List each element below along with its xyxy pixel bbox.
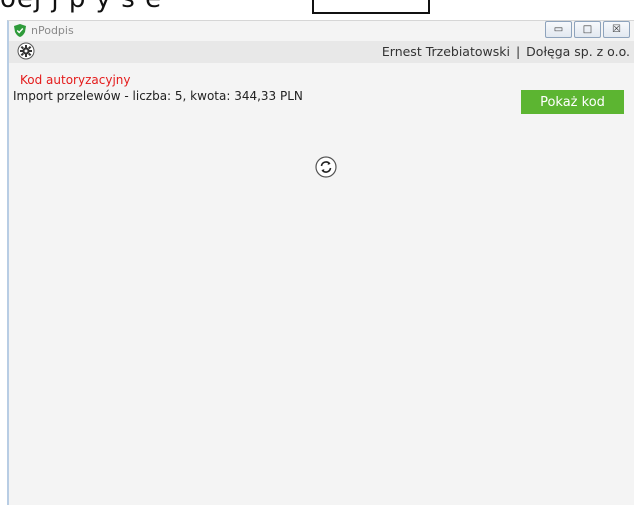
background-document-box [312, 0, 430, 14]
user-bar: Ernest Trzebiatowski | Dołęga sp. z o.o. [9, 41, 634, 63]
background-document-strip: oej j p y s e [0, 0, 634, 16]
close-button[interactable]: ☒ [603, 21, 630, 38]
auth-code-description: Import przelewów - liczba: 5, kwota: 344… [13, 89, 303, 103]
user-info: Ernest Trzebiatowski | Dołęga sp. z o.o. [382, 44, 630, 59]
window-controls: ▭ □ ☒ [545, 21, 630, 38]
refresh-icon[interactable] [315, 156, 337, 178]
app-shield-icon [14, 24, 26, 37]
window-title: nPodpis [31, 24, 74, 37]
background-document-text: oej j p y s e [0, 0, 162, 14]
minimize-button[interactable]: ▭ [545, 21, 572, 38]
maximize-button[interactable]: □ [574, 21, 601, 38]
user-name: Ernest Trzebiatowski [381, 44, 510, 59]
auth-code-title: Kod autoryzacyjny [20, 73, 131, 87]
gear-icon[interactable] [17, 42, 35, 60]
company-name: Dołęga sp. z o.o. [526, 44, 630, 59]
show-code-button[interactable]: Pokaż kod [521, 90, 624, 114]
title-bar[interactable]: nPodpis ▭ □ ☒ [9, 21, 634, 41]
user-separator: | [515, 44, 521, 59]
app-window: nPodpis ▭ □ ☒ Ernest Trzebiatowski | Doł… [7, 20, 634, 505]
